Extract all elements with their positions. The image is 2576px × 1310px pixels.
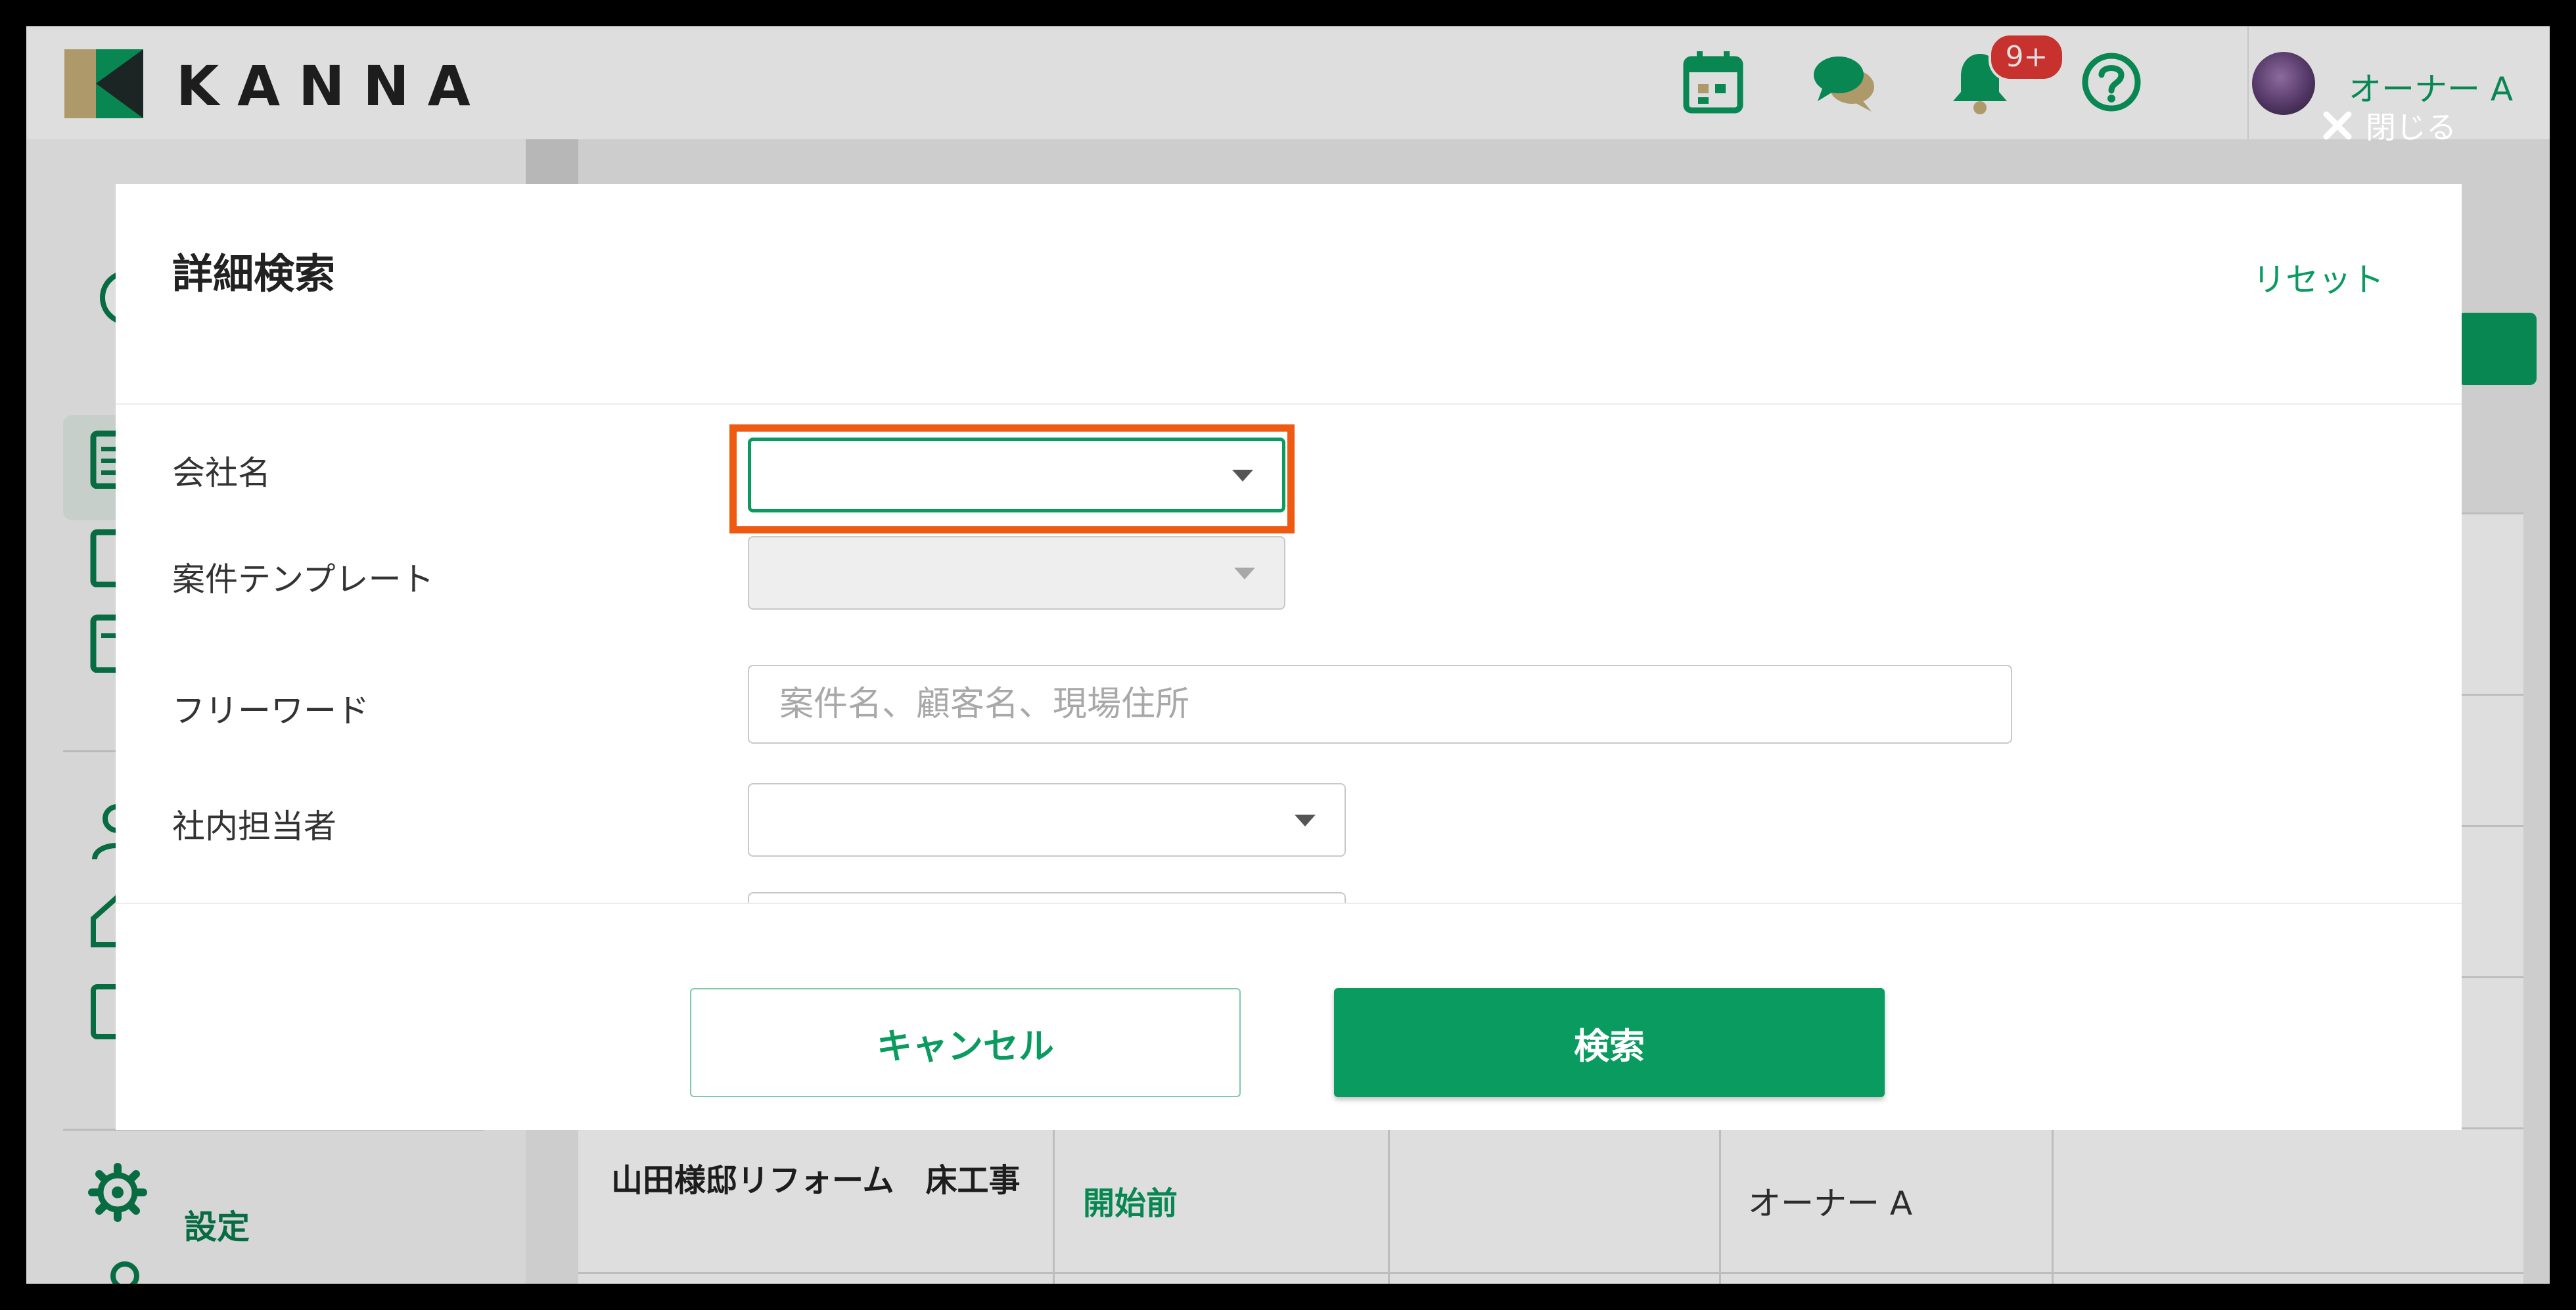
company-label: 会社名 (172, 454, 271, 492)
dialog-title: 詳細検索 (172, 250, 336, 298)
template-select[interactable] (748, 536, 1285, 610)
dialog-footer-divider (116, 903, 2462, 904)
template-label: 案件テンプレート (172, 560, 434, 599)
reset-link[interactable]: リセット (2253, 254, 2384, 301)
freeword-input[interactable] (748, 665, 2012, 744)
advanced-search-dialog: 詳細検索 リセット 会社名 案件テンプレート フリーワード 社内担当者 キャンセ… (116, 184, 2462, 1130)
staff-select[interactable] (748, 783, 1346, 857)
chevron-down-icon (1234, 568, 1255, 579)
focus-highlight-box (729, 424, 1295, 533)
close-label: 閉じる (2366, 110, 2456, 145)
close-icon (2323, 111, 2352, 140)
freeword-label: フリーワード (172, 692, 369, 730)
next-field-select[interactable] (748, 892, 1346, 903)
search-button[interactable]: 検索 (1334, 988, 1885, 1097)
chevron-down-icon (1295, 815, 1316, 826)
app-window: KANNA 9+ オーナー A 設定 山田様邸リフォーム 床工事 開始前 オーナ… (26, 26, 2550, 1284)
cancel-button[interactable]: キャンセル (690, 988, 1241, 1097)
staff-label: 社内担当者 (172, 807, 336, 846)
close-button[interactable]: 閉じる (2322, 104, 2456, 147)
